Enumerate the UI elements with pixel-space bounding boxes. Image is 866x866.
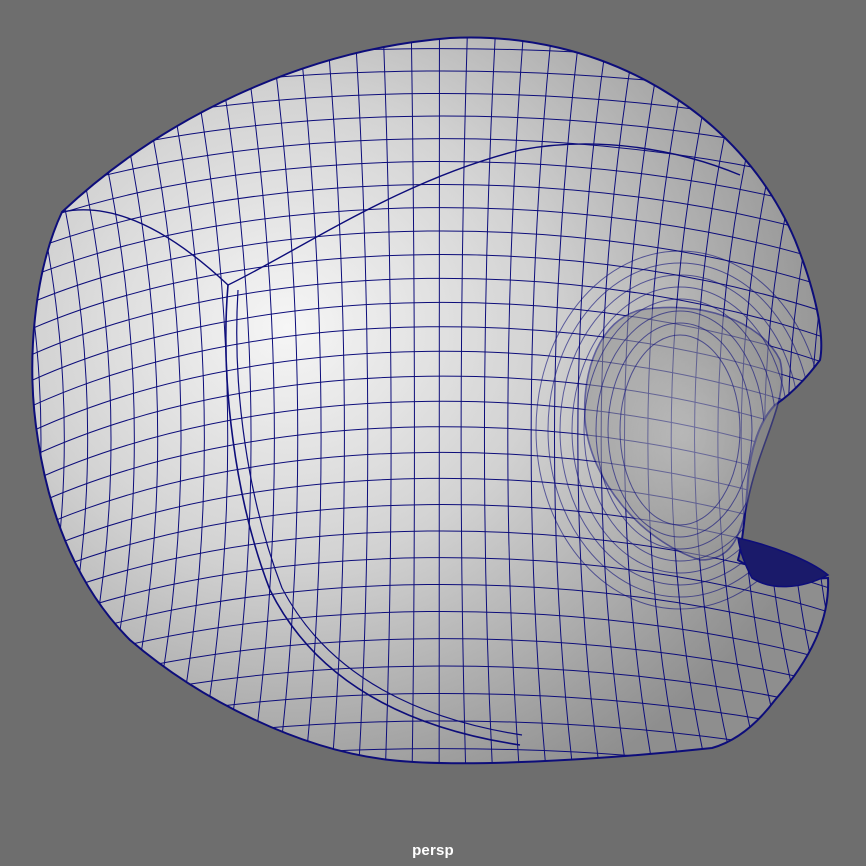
viewport-persp[interactable]: persp [0,0,866,866]
helmet-model[interactable] [0,0,866,866]
wire-edge-ring [787,37,829,764]
wire-edge-ring [810,37,829,764]
camera-name-label: persp [412,842,454,859]
